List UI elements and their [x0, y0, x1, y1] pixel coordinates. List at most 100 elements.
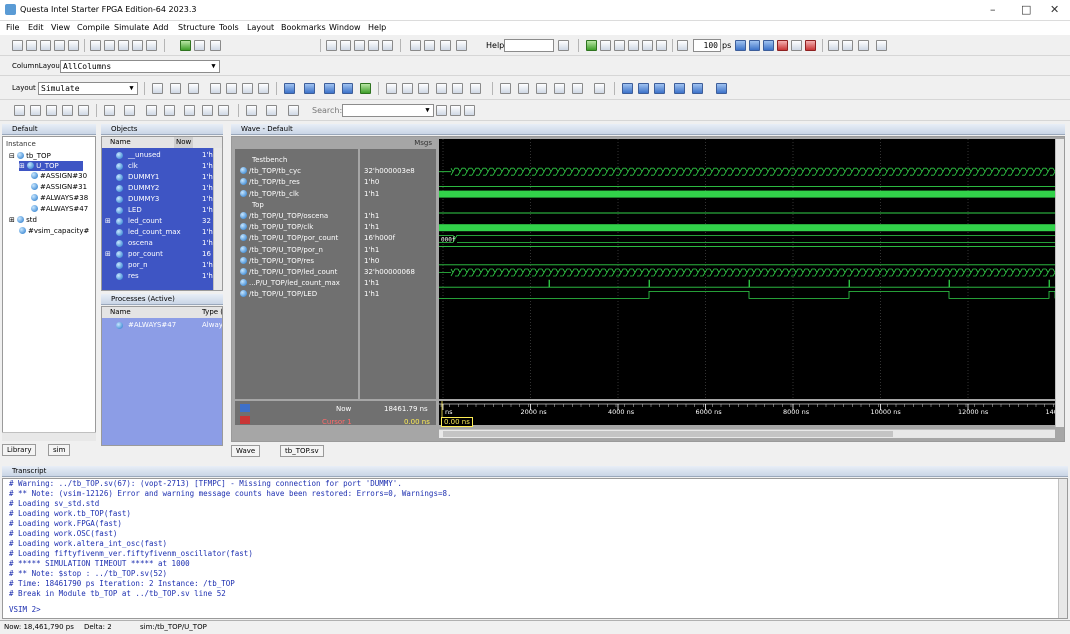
- objects-vscroll[interactable]: [213, 148, 222, 290]
- object-row[interactable]: ⊞ por_count 16: [102, 249, 222, 260]
- find-prev-icon[interactable]: [146, 105, 157, 116]
- wave-tool-1-icon[interactable]: [152, 83, 163, 94]
- end-sim-icon[interactable]: [805, 40, 816, 51]
- object-row[interactable]: led_count_max 1'h: [102, 227, 222, 238]
- column-layout-select[interactable]: AllColumns ▼: [60, 60, 220, 73]
- restart-icon[interactable]: [456, 40, 467, 51]
- expand-icon[interactable]: ⊞: [105, 216, 111, 227]
- wave-group-top[interactable]: Top: [252, 200, 264, 211]
- group-wave-icon[interactable]: [324, 83, 335, 94]
- sim-step-over-icon[interactable]: [656, 40, 667, 51]
- delete-cursor-icon[interactable]: [124, 105, 135, 116]
- wave-tool-7-icon[interactable]: [258, 83, 269, 94]
- tree-item-std[interactable]: ⊞ std: [9, 215, 37, 225]
- find-down-icon[interactable]: [246, 105, 257, 116]
- new-file-icon[interactable]: [12, 40, 23, 51]
- menu-simulate[interactable]: Simulate: [114, 23, 149, 32]
- wave-canvas[interactable]: 000f: [439, 139, 1060, 399]
- edge-any-icon[interactable]: [418, 83, 429, 94]
- transcript-prompt[interactable]: VSIM 2>: [9, 605, 41, 615]
- zoom-out-icon[interactable]: [30, 105, 41, 116]
- step-into-icon[interactable]: [828, 40, 839, 51]
- tree-item-tb-top[interactable]: ⊟ tb_TOP: [9, 151, 51, 161]
- wave-tool-5-icon[interactable]: [226, 83, 237, 94]
- step-out-icon[interactable]: [842, 40, 853, 51]
- expand-icon[interactable]: ⊞: [19, 162, 27, 170]
- menu-bookmarks[interactable]: Bookmarks: [281, 23, 326, 32]
- object-row[interactable]: res 1'h: [102, 271, 222, 282]
- zoom-last-icon[interactable]: [62, 105, 73, 116]
- sim-memory-icon[interactable]: [368, 40, 379, 51]
- wave-signal-name[interactable]: /tb_TOP/U_TOP/por_count: [240, 233, 338, 244]
- wave-vscroll[interactable]: [1055, 139, 1064, 427]
- break-stop-icon[interactable]: [777, 40, 788, 51]
- continue-icon[interactable]: [440, 40, 451, 51]
- search-next-icon[interactable]: [450, 105, 461, 116]
- tree-item-vsim-capacity[interactable]: #vsim_capacity#: [19, 226, 89, 236]
- run-all-icon[interactable]: [763, 40, 774, 51]
- transcript-vscroll[interactable]: [1058, 479, 1067, 618]
- save-icon[interactable]: [40, 40, 51, 51]
- menu-add[interactable]: Add: [153, 23, 169, 32]
- find-up-icon[interactable]: [266, 105, 277, 116]
- edge-search-icon[interactable]: [470, 83, 481, 94]
- object-row[interactable]: oscena 1'h: [102, 238, 222, 249]
- sim-schematic-icon[interactable]: [354, 40, 365, 51]
- break-icon[interactable]: [410, 40, 421, 51]
- tab-sim[interactable]: sim: [48, 444, 71, 456]
- arrow-left-icon[interactable]: [628, 40, 639, 51]
- process-row[interactable]: #ALWAYS#47 Always: [102, 320, 222, 331]
- wave-signal-name[interactable]: /tb_TOP/U_TOP/clk: [240, 222, 313, 233]
- compile-icon[interactable]: [180, 40, 191, 51]
- close-icon[interactable]: ✕: [1050, 3, 1059, 16]
- undo-icon[interactable]: [132, 40, 143, 51]
- refresh-wave-icon[interactable]: [360, 83, 371, 94]
- reload-icon[interactable]: [68, 40, 79, 51]
- expand-icon[interactable]: ⊞: [105, 249, 111, 260]
- wave-tool-3-icon[interactable]: [188, 83, 199, 94]
- cursor-jump-icon[interactable]: [716, 83, 727, 94]
- select-mode-icon[interactable]: [500, 83, 511, 94]
- open-folder-icon[interactable]: [26, 40, 37, 51]
- run-icon[interactable]: [735, 40, 746, 51]
- tab-library[interactable]: Library: [2, 444, 37, 456]
- wave-tool-4-icon[interactable]: [210, 83, 221, 94]
- wave-tool-2-icon[interactable]: [170, 83, 181, 94]
- tree-item-assign-31[interactable]: #ASSIGN#31: [31, 182, 87, 192]
- insert-icon[interactable]: [600, 40, 611, 51]
- step-icon[interactable]: [424, 40, 435, 51]
- menu-compile[interactable]: Compile: [77, 23, 110, 32]
- find-first-icon[interactable]: [184, 105, 195, 116]
- search-go-icon[interactable]: [436, 105, 447, 116]
- tree-item-assign-30[interactable]: #ASSIGN#30: [31, 171, 87, 181]
- time-ruler[interactable]: ns 2000 ns 4000 ns 6000 ns 8000 ns 10000 ns 12…: [439, 401, 1064, 425]
- tree-item-always-38[interactable]: #ALWAYS#38: [31, 193, 88, 203]
- help-search-icon[interactable]: [558, 40, 569, 51]
- run-continue-icon[interactable]: [749, 40, 760, 51]
- wave-signal-name[interactable]: /tb_TOP/U_TOP/res: [240, 256, 314, 267]
- layout-select[interactable]: Simulate ▼: [38, 82, 138, 95]
- zoom-in-icon[interactable]: [14, 105, 25, 116]
- menu-view[interactable]: View: [51, 23, 70, 32]
- zoom-cursor-icon[interactable]: [594, 83, 605, 94]
- cut-icon[interactable]: [90, 40, 101, 51]
- menu-tools[interactable]: Tools: [219, 23, 239, 32]
- tab-wave[interactable]: Wave: [231, 445, 261, 457]
- edge-prev-icon[interactable]: [386, 83, 397, 94]
- zoom-full-icon[interactable]: [46, 105, 57, 116]
- sim-wave-icon[interactable]: [382, 40, 393, 51]
- object-row[interactable]: DUMMY3 1'h: [102, 194, 222, 205]
- cursor-add-icon[interactable]: [622, 83, 633, 94]
- menu-edit[interactable]: Edit: [28, 23, 44, 32]
- wave-signal-name[interactable]: /tb_TOP/U_TOP/por_n: [240, 245, 323, 256]
- zoom-area-icon[interactable]: [554, 83, 565, 94]
- object-row[interactable]: ⊞ led_count 32: [102, 216, 222, 227]
- cursor-prev-icon[interactable]: [674, 83, 685, 94]
- run-length-icon[interactable]: [677, 40, 688, 51]
- run-length-input[interactable]: 100: [693, 39, 721, 52]
- paste-icon[interactable]: [118, 40, 129, 51]
- sim-dataflow-icon[interactable]: [340, 40, 351, 51]
- find-last-icon[interactable]: [202, 105, 213, 116]
- insert-cursor-icon[interactable]: [104, 105, 115, 116]
- maximize-icon[interactable]: □: [1021, 3, 1031, 16]
